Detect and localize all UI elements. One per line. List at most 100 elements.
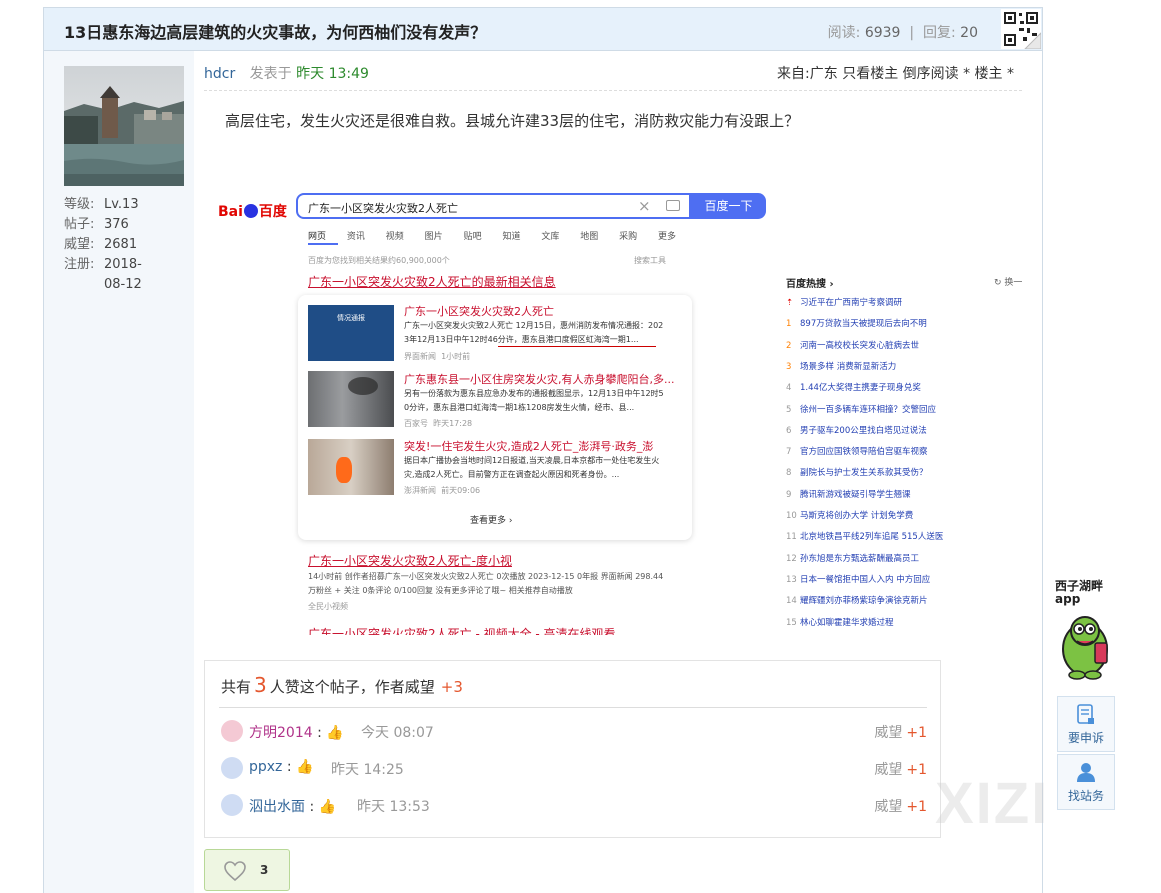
news-src-2: 百家号 昨天17:28 <box>404 419 473 428</box>
hot-search-item[interactable]: 3 场景多样 消费新显新活力 <box>786 360 896 372</box>
result-count: 百度为您找到相关结果约60,900,000个 <box>308 256 450 265</box>
like-row: 泅出水面 : 👍 昨天 13:53 威望 +1 <box>219 791 927 821</box>
news-title-1[interactable]: 广东一小区突发火灾致2人死亡 <box>404 303 554 319</box>
hot-search-item[interactable]: 5 徐州一百多辆车连环相撞？交警回应 <box>786 403 936 415</box>
clear-icon[interactable]: × <box>638 197 651 215</box>
view-count: 6939 <box>864 25 901 41</box>
news-line-1a: 广东一小区突发火灾致2人死亡 12月15日，惠州消防发布情况通报：202 <box>404 321 664 330</box>
hot-search-item[interactable]: 11 北京地铁昌平线2列车追尾 515人送医 <box>786 530 943 542</box>
hot-text: 河南一高校校长突发心脏病去世 <box>800 340 920 351</box>
news-line-1b: 3年12月13日中午12时46分许，惠东县港口度假区虹海湾一期1... <box>404 335 639 344</box>
result-2-line1: 14小时前 创作者招募广东一小区突发火灾致2人死亡 0次播放 2023-12-1… <box>308 572 664 581</box>
hot-rank: 15 <box>786 617 797 628</box>
news-title-3[interactable]: 突发!一住宅发生火灾,造成2人死亡_澎湃号·政务_澎 <box>404 438 653 454</box>
result-2-source: 全民小视频 <box>308 602 348 611</box>
author-avatar[interactable] <box>64 66 184 186</box>
result-3-title[interactable]: 广东一小区突发火灾致2人死亡 - 视频大全 - 高清在线观看 <box>308 625 616 635</box>
hot-search-item[interactable]: 7 官方回应国铁领导陪伯宫驱车视察 <box>786 445 928 457</box>
tab-video[interactable]: 视频 <box>386 232 404 242</box>
like-time: 今天 08:07 <box>361 725 434 741</box>
search-tools[interactable]: 搜索工具 <box>634 255 666 266</box>
tab-zhidao[interactable]: 知道 <box>502 232 520 242</box>
likes-divider <box>219 707 927 708</box>
hot-search-item[interactable]: 2 河南一高校校长突发心脏病去世 <box>786 339 919 351</box>
news-thumb-building[interactable] <box>308 371 394 427</box>
hot-rank: 1 <box>786 319 792 330</box>
hot-text: 习近平在广西南宁考察调研 <box>800 298 903 308</box>
hot-rank: 11 <box>786 532 797 543</box>
hot-search-item[interactable]: 14 耀辉疆刘亦菲杨紫琼争演徐克新片 <box>786 594 928 606</box>
meta-divider <box>204 90 1022 91</box>
hot-rank: 13 <box>786 574 797 585</box>
avatar-landscape-image <box>64 66 184 186</box>
thread-title: 13日惠东海边高层建筑的火灾事故，为何西柚们没有发声？ <box>64 23 487 42</box>
author-level: 等级: Lv.13 <box>64 197 139 212</box>
hot-text: 腾讯新游戏被疑引导学生翘课 <box>800 489 911 500</box>
service-button[interactable]: 找站务 <box>1057 754 1115 810</box>
hot-text: 林心如聊霍建华求婚过程 <box>800 617 894 628</box>
hot-text: 男子驱车200公里找白塔见过说法 <box>800 425 927 436</box>
thumbs-up-icon: 👍 <box>296 759 314 775</box>
result-2-title[interactable]: 广东一小区突发火灾致2人死亡-度小视 <box>308 552 512 569</box>
search-box[interactable]: 广东一小区突发火灾致2人死亡 × <box>296 193 691 219</box>
liker-name[interactable]: ppxz : 👍 <box>249 759 313 775</box>
top-result-link[interactable]: 广东一小区突发火灾致2人死亡的最新相关信息 <box>308 273 556 290</box>
user-avatar[interactable] <box>221 720 243 742</box>
tab-map[interactable]: 地图 <box>580 232 598 242</box>
tab-news[interactable]: 资讯 <box>347 232 365 242</box>
search-tabs: 网页 资讯 视频 图片 贴吧 知道 文库 地图 采购 更多 <box>308 229 676 242</box>
hot-refresh[interactable]: ↻ 换一 <box>994 275 1022 288</box>
like-row: 方明2014 : 👍 今天 08:07 威望 +1 <box>219 717 927 747</box>
like-button[interactable]: 3 <box>204 849 290 891</box>
hot-rank: 2 <box>786 340 792 351</box>
hot-search-item[interactable]: 12 孙东旭是东方甄选薪酬最高员工 <box>786 552 919 564</box>
hot-search-item[interactable]: 6 男子驱车200公里找白塔见过说法 <box>786 424 927 436</box>
camera-icon[interactable] <box>666 200 680 211</box>
likes-count: 3 <box>254 673 267 697</box>
hot-rank: 14 <box>786 596 797 607</box>
tab-tieba[interactable]: 贴吧 <box>464 232 482 242</box>
embedded-search-screenshot[interactable]: Bai 百度 广东一小区突发火灾致2人死亡 × 百度一下 网页 资讯 视频 图片 … <box>206 183 1022 635</box>
author-reputation: 威望: 2681 <box>64 237 138 252</box>
news-line-2a: 另有一份落款为惠东县应急办发布的通报截图显示，12月13日中午12时5 <box>404 389 664 398</box>
author-name-link[interactable]: hdcr <box>204 66 235 82</box>
news-line-3b: 灾,造成2人死亡。目前警方正在调查起火原因和死者身份。... <box>404 470 620 479</box>
thumbs-up-icon: 👍 <box>318 799 337 815</box>
qr-code-icon[interactable] <box>1001 9 1041 49</box>
news-title-2[interactable]: 广东惠东县一小区住房突发火灾,有人赤身攀爬阳台,多... <box>404 371 674 387</box>
hot-search-item[interactable]: 15 林心如聊霍建华求婚过程 <box>786 616 894 628</box>
complain-button[interactable]: 要申诉 <box>1057 696 1115 752</box>
app-promo[interactable]: 西子湖畔 app <box>1055 580 1117 685</box>
liker-name[interactable]: 泅出水面 : 👍 <box>249 796 336 816</box>
tab-web[interactable]: 网页 <box>308 232 326 242</box>
hot-search-item[interactable]: 10 马斯克将创办大学 计划免学费 <box>786 509 913 521</box>
hot-search-item[interactable]: ⇡ 习近平在广西南宁考察调研 <box>786 296 902 308</box>
tab-more[interactable]: 更多 <box>658 232 676 242</box>
like-row: ppxz : 👍 昨天 14:25 威望 +1 <box>219 754 927 784</box>
news-thumb-notice[interactable]: 情况通报 <box>308 305 394 361</box>
tab-caigou[interactable]: 采购 <box>619 232 637 242</box>
red-underline-annotation <box>498 346 656 347</box>
like-time: 昨天 13:53 <box>357 799 430 815</box>
hot-rank: 10 <box>786 511 797 521</box>
liker-name[interactable]: 方明2014 : 👍 <box>249 722 344 742</box>
reputation-bonus: +3 <box>440 678 463 696</box>
post-options[interactable]: 来自:广东 只看楼主 倒序阅读 * 楼主 * <box>777 63 1014 83</box>
like-reputation: 威望 +1 <box>874 762 927 778</box>
paw-icon <box>243 204 258 218</box>
heart-icon <box>224 861 246 882</box>
hot-search-item[interactable]: 8 副院长与护士发生关系款其受伤？ <box>786 466 928 478</box>
hot-search-item[interactable]: 13 日本一餐馆拒中国人入内 中方回应 <box>786 573 930 585</box>
user-avatar[interactable] <box>221 794 243 816</box>
post-time: 发表于 昨天 13:49 <box>249 66 369 82</box>
hot-search-item[interactable]: 4 1.44亿大奖得主携妻子现身兑奖 <box>786 381 921 393</box>
hot-search-item[interactable]: 1 897万贷款当天被提现后去向不明 <box>786 317 927 329</box>
search-button[interactable]: 百度一下 <box>691 193 766 219</box>
view-more-link[interactable]: 查看更多 › <box>470 513 512 526</box>
hot-search-item[interactable]: 9 腾讯新游戏被疑引导学生翘课 <box>786 488 911 500</box>
author-stats: 等级: Lv.13 帖子: 376 威望: 2681 注册: 2018-08-12 <box>64 195 142 292</box>
tab-wenku[interactable]: 文库 <box>541 232 559 242</box>
user-avatar[interactable] <box>221 757 243 779</box>
news-thumb-fire[interactable] <box>308 439 394 495</box>
tab-image[interactable]: 图片 <box>425 232 443 242</box>
